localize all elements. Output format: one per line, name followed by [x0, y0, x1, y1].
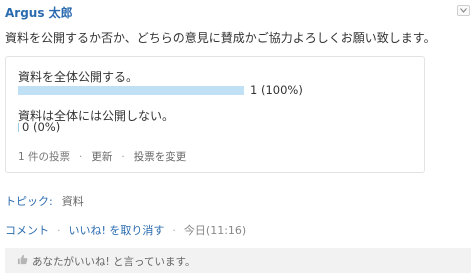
topic-row: トピック: 資料 — [5, 193, 84, 209]
unlike-link[interactable]: いいね! を取り消す — [69, 224, 165, 237]
post-actions: コメント · いいね! を取り消す · 今日(11:16) — [5, 222, 246, 238]
poll-change-vote-link[interactable]: 投票を変更 — [134, 151, 187, 163]
post-menu-button[interactable] — [457, 5, 470, 16]
separator: · — [121, 151, 125, 163]
poll-refresh-link[interactable]: 更新 — [91, 151, 112, 163]
poll-vote-count: 1 件の投票 — [18, 151, 71, 163]
poll-option-bar-fill — [18, 86, 244, 95]
poll-option-count: 1 (100%) — [250, 83, 303, 97]
separator: · — [172, 224, 176, 237]
likes-text: あなたがいいね! と言っています。 — [32, 256, 196, 268]
post-timestamp[interactable]: 今日(11:16) — [184, 224, 246, 237]
topic-value[interactable]: 資料 — [62, 195, 84, 208]
poll-option-label: 資料を全体公開する。 — [18, 70, 139, 84]
chevron-down-icon — [460, 8, 467, 13]
poll-option-bar — [18, 86, 244, 95]
likes-bar: あなたがいいね! と言っています。 — [5, 248, 471, 273]
poll-option-bar-fill — [18, 123, 19, 132]
poll-footer: 1 件の投票 · 更新 · 投票を変更 — [18, 149, 186, 164]
topic-label[interactable]: トピック: — [5, 195, 53, 208]
thumbs-up-icon — [17, 254, 28, 265]
separator: · — [57, 224, 61, 237]
poll-option-count: 0 (0%) — [22, 120, 61, 134]
post-body: 資料を公開するか否か、どちらの意見に賛成かご協力よろしくお願い致します。 — [5, 31, 436, 45]
author-name[interactable]: Argus 太郎 — [5, 4, 73, 21]
comment-link[interactable]: コメント — [5, 224, 49, 237]
separator: · — [79, 151, 83, 163]
poll: 資料を全体公開する。 1 (100%) 資料は全体には公開しない。 0 (0%)… — [5, 56, 425, 173]
